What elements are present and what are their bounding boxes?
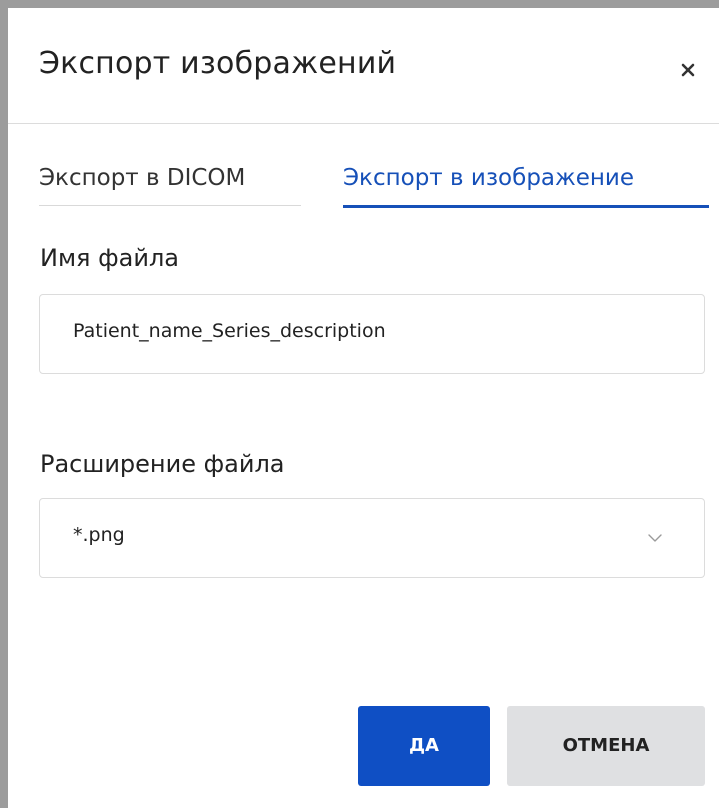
close-icon — [681, 63, 695, 77]
export-images-dialog: Экспорт изображений Экспорт в DICOM Эксп… — [8, 8, 719, 808]
extension-select[interactable]: *.png — [39, 498, 705, 578]
filename-label: Имя файла — [40, 244, 179, 272]
extension-value: *.png — [73, 524, 125, 546]
tab-export-image[interactable]: Экспорт в изображение — [343, 161, 709, 208]
chevron-down-icon — [648, 534, 662, 542]
close-button[interactable] — [672, 54, 704, 86]
filename-value: Patient_name_Series_description — [73, 320, 386, 342]
export-tabs: Экспорт в DICOM Экспорт в изображение — [39, 161, 709, 208]
dialog-title: Экспорт изображений — [39, 46, 397, 81]
ok-button[interactable]: ДА — [358, 706, 490, 786]
filename-input[interactable]: Patient_name_Series_description — [39, 294, 705, 374]
tab-export-image-label: Экспорт в изображение — [343, 165, 635, 191]
cancel-button[interactable]: ОТМЕНА — [507, 706, 705, 786]
tab-export-dicom[interactable]: Экспорт в DICOM — [39, 161, 301, 206]
extension-label: Расширение файла — [40, 450, 285, 478]
tab-export-dicom-label: Экспорт в DICOM — [39, 165, 246, 191]
dialog-header: Экспорт изображений — [8, 8, 719, 124]
